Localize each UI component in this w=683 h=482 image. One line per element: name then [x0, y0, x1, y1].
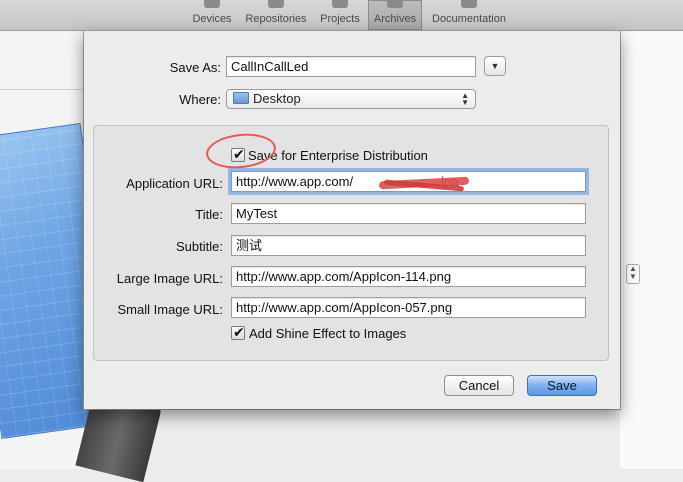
save-as-field[interactable]: CallInCallLed	[226, 56, 476, 77]
title-field[interactable]: MyTest	[231, 203, 586, 224]
popup-arrows-icon[interactable]: ▲ ▼	[626, 264, 640, 284]
save-button[interactable]: Save	[527, 375, 597, 396]
toolbar-tab-label: Projects	[320, 13, 360, 25]
repositories-icon	[268, 0, 284, 8]
toolbar-tab-label: Archives	[373, 13, 417, 25]
chevron-down-icon: ▼	[490, 61, 500, 71]
where-value: Desktop	[253, 91, 301, 106]
archives-icon	[387, 0, 403, 8]
toolbar-tab-label: Devices	[192, 13, 232, 25]
toolbar-tab-label: Repositories	[245, 13, 307, 25]
folder-icon	[233, 92, 249, 104]
large-image-url-field[interactable]: http://www.app.com/AppIcon-114.png	[231, 266, 586, 287]
shine-effect-label: Add Shine Effect to Images	[249, 326, 407, 341]
organizer-right-pane	[620, 31, 683, 469]
toolbar-tab-repositories[interactable]: Repositories	[240, 0, 312, 30]
subtitle-field[interactable]: 测试	[231, 235, 586, 256]
checkmark-icon: ✔	[233, 324, 245, 340]
large-image-url-label: Large Image URL:	[116, 271, 223, 286]
popup-arrows-icon: ▲ ▼	[461, 91, 469, 107]
shine-effect-checkbox[interactable]: ✔	[231, 324, 245, 340]
toolbar-tab-documentation[interactable]: Documentation	[424, 0, 514, 30]
toolbar-tab-projects[interactable]: Projects	[314, 0, 366, 30]
export-sheet: Save As: CallInCallLed ▼ Where: Desktop …	[84, 31, 620, 409]
small-image-url-field[interactable]: http://www.app.com/AppIcon-057.png	[231, 297, 586, 318]
application-url-value: http://www.app.com/	[236, 174, 354, 189]
toolbar-tab-label: Documentation	[432, 13, 506, 25]
where-popup[interactable]: Desktop ▲ ▼	[226, 89, 476, 109]
toolbar-tab-archives[interactable]: Archives	[368, 0, 422, 30]
title-label: Title:	[195, 207, 223, 222]
toolbar-tab-devices[interactable]: Devices	[186, 0, 238, 30]
where-label: Where:	[179, 92, 221, 107]
subtitle-label: Subtitle:	[176, 239, 223, 254]
application-url-label: Application URL:	[126, 176, 223, 191]
save-as-label: Save As:	[169, 60, 221, 75]
divider	[0, 89, 84, 90]
organizer-toolbar: Devices Repositories Projects Archives D…	[0, 0, 683, 31]
small-image-url-label: Small Image URL:	[117, 302, 223, 317]
cancel-button[interactable]: Cancel	[444, 375, 514, 396]
documentation-icon	[461, 0, 477, 8]
devices-icon	[204, 0, 220, 8]
expand-disclosure-button[interactable]: ▼	[484, 56, 506, 76]
projects-icon	[332, 0, 348, 8]
